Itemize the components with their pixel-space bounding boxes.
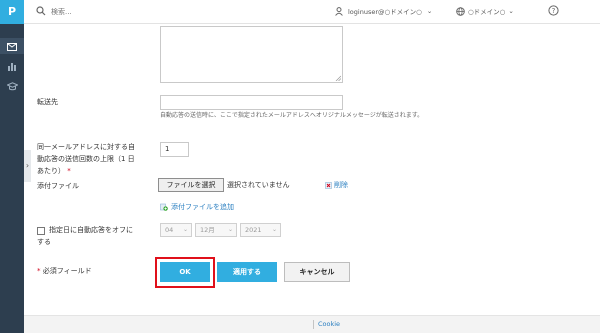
search-icon xyxy=(36,6,46,16)
sidebar-collapse-handle[interactable]: › xyxy=(24,150,31,182)
send-limit-input[interactable]: 1 xyxy=(160,142,189,157)
delete-attachment-link[interactable]: 削除 xyxy=(325,180,348,190)
chevron-down-icon: ⌄ xyxy=(271,226,277,233)
user-icon xyxy=(335,6,343,16)
chevron-down-icon: ⌄ xyxy=(227,226,233,233)
limit-label-line-3: あたり） * xyxy=(37,167,71,175)
year-select[interactable]: 2021 ⌄ xyxy=(240,223,281,237)
ok-button-highlight xyxy=(155,257,215,288)
footer-divider xyxy=(313,320,314,329)
apply-button[interactable]: 適用する xyxy=(217,262,277,282)
domain-menu[interactable]: ○ドメイン○ ⌄ xyxy=(456,6,514,16)
auto-off-checkbox[interactable] xyxy=(37,227,45,235)
forward-label: 転送先 xyxy=(37,98,58,106)
sidebar: P xyxy=(0,0,24,333)
user-name: loginuser@○ドメイン○ xyxy=(348,8,422,16)
auto-off-label-line-2: する xyxy=(37,238,51,246)
limit-label-line-2: 動応答の送信回数の上限（1 日 xyxy=(37,155,135,163)
cancel-button[interactable]: キャンセル xyxy=(284,262,350,282)
message-textarea[interactable] xyxy=(160,26,343,83)
add-attachment-icon xyxy=(160,203,168,211)
domain-name: ○ドメイン○ xyxy=(468,8,506,16)
day-select[interactable]: 04 ⌄ xyxy=(160,223,192,237)
auto-off-label-line-1: 指定日に自動応答をオフに xyxy=(49,226,133,234)
required-mark: * xyxy=(67,167,71,175)
graduation-cap-icon xyxy=(6,81,18,90)
limit-label-line-1: 同一メールアドレスに対する自 xyxy=(37,143,135,151)
delete-icon xyxy=(325,181,332,189)
required-field-note: * 必須フィールド xyxy=(37,267,92,275)
topbar: loginuser@○ドメイン○ ⌄ ○ドメイン○ ⌄ ? xyxy=(24,0,600,24)
bar-chart-icon xyxy=(8,62,16,71)
month-select[interactable]: 12月 ⌄ xyxy=(195,223,237,237)
mail-icon xyxy=(7,42,17,51)
sidebar-item-mail[interactable] xyxy=(0,38,24,54)
svg-text:?: ? xyxy=(552,7,556,15)
file-status-text: 選択されていません xyxy=(227,181,290,189)
search-input[interactable] xyxy=(51,4,291,19)
cookie-link[interactable]: Cookie xyxy=(318,320,340,328)
autoresponder-form: 転送先 自動応答の送信時に、ここで指定されたメールアドレスへオリジナルメッセージ… xyxy=(31,24,600,315)
chevron-down-icon: ⌄ xyxy=(508,7,514,15)
footer: Cookie xyxy=(24,315,600,333)
chevron-down-icon: ⌄ xyxy=(182,226,188,233)
resize-grip-icon[interactable] xyxy=(335,75,341,81)
forward-hint: 自動応答の送信時に、ここで指定されたメールアドレスへオリジナルメッセージが転送さ… xyxy=(160,112,424,119)
add-attachment-link[interactable]: 添付ファイルを追加 xyxy=(160,202,234,212)
globe-icon xyxy=(456,6,465,16)
user-menu[interactable]: loginuser@○ドメイン○ ⌄ xyxy=(335,6,432,16)
help-icon[interactable]: ? xyxy=(548,5,559,16)
app-logo[interactable]: P xyxy=(0,0,24,24)
sidebar-item-statistics[interactable] xyxy=(0,58,24,74)
choose-file-button[interactable]: ファイルを選択 xyxy=(158,178,224,192)
sidebar-item-learn[interactable] xyxy=(0,78,24,94)
chevron-down-icon: ⌄ xyxy=(426,7,433,15)
attachment-label: 添付ファイル xyxy=(37,182,79,190)
forward-address-input[interactable] xyxy=(160,95,343,110)
